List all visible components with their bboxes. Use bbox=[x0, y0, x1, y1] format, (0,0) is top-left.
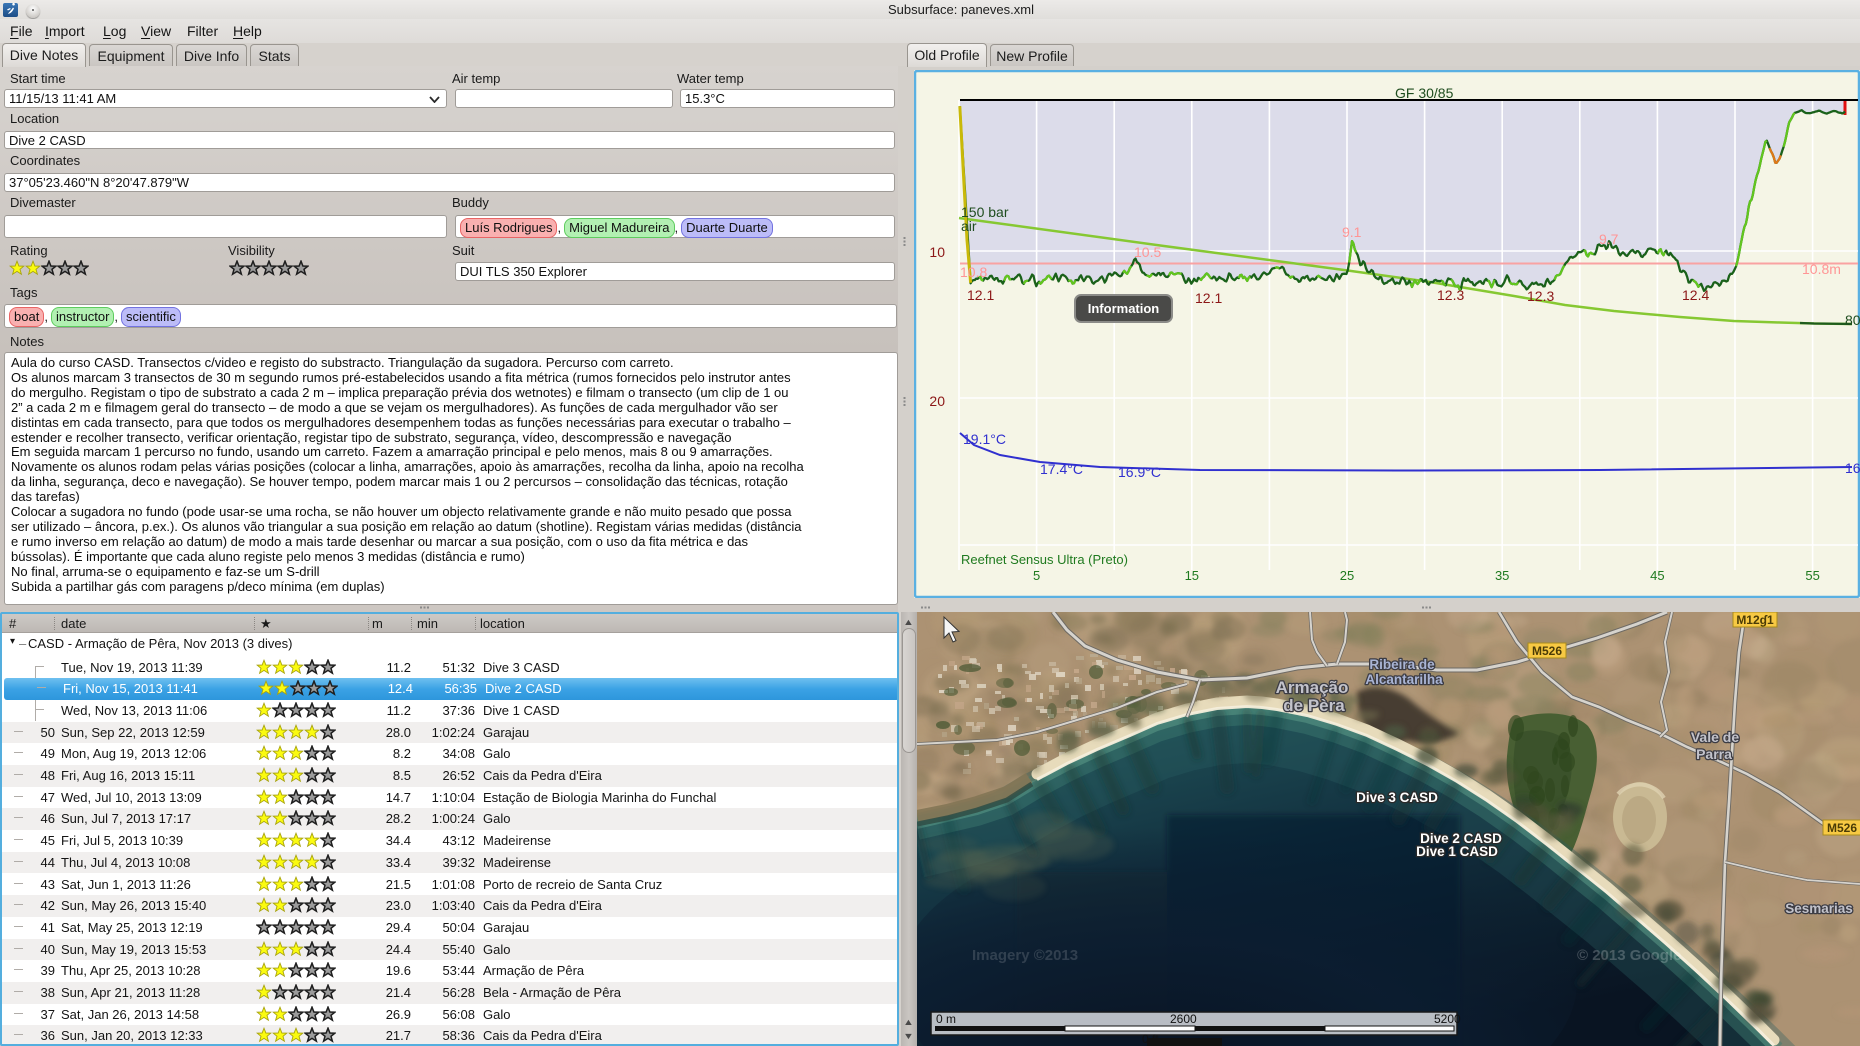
svg-text:12.4: 12.4 bbox=[1682, 287, 1709, 303]
svg-text:M12ɠ1: M12ɠ1 bbox=[1736, 613, 1774, 627]
svg-text:M526: M526 bbox=[1827, 821, 1857, 835]
svg-text:10: 10 bbox=[929, 244, 945, 260]
svg-text:5: 5 bbox=[1033, 568, 1040, 583]
svg-text:25: 25 bbox=[1340, 568, 1354, 583]
svg-text:GF 30/85: GF 30/85 bbox=[1395, 85, 1454, 101]
svg-text:Dive 1 CASD: Dive 1 CASD bbox=[1416, 844, 1498, 859]
svg-text:Information: Information bbox=[1088, 301, 1160, 316]
svg-text:M526: M526 bbox=[1532, 644, 1562, 658]
svg-text:20: 20 bbox=[929, 393, 945, 409]
svg-text:10.5: 10.5 bbox=[1134, 244, 1161, 260]
svg-text:0 m: 0 m bbox=[936, 1012, 956, 1026]
svg-text:19.1°C: 19.1°C bbox=[963, 431, 1006, 447]
svg-text:Dive 3 CASD: Dive 3 CASD bbox=[1356, 790, 1438, 805]
svg-text:2600: 2600 bbox=[1170, 1012, 1197, 1026]
svg-text:12.3: 12.3 bbox=[1527, 288, 1554, 304]
svg-text:15: 15 bbox=[1185, 568, 1199, 583]
svg-text:16: 16 bbox=[1845, 460, 1860, 476]
svg-text:9.7: 9.7 bbox=[1599, 231, 1619, 247]
svg-text:45: 45 bbox=[1650, 568, 1664, 583]
svg-text:air: air bbox=[961, 218, 977, 234]
svg-text:55: 55 bbox=[1805, 568, 1819, 583]
svg-text:5200: 5200 bbox=[1434, 1012, 1461, 1026]
svg-text:80: 80 bbox=[1845, 312, 1860, 328]
svg-text:12.1: 12.1 bbox=[967, 287, 994, 303]
svg-text:12.1: 12.1 bbox=[1195, 290, 1222, 306]
svg-text:9.1: 9.1 bbox=[1342, 224, 1362, 240]
svg-text:Parra: Parra bbox=[1696, 746, 1732, 762]
svg-text:16.9°C: 16.9°C bbox=[1118, 464, 1161, 480]
svg-text:10.8m: 10.8m bbox=[1802, 261, 1841, 277]
svg-text:Alcantarilha: Alcantarilha bbox=[1365, 672, 1443, 687]
svg-text:12.3: 12.3 bbox=[1437, 287, 1464, 303]
svg-text:© 2013 Google: © 2013 Google bbox=[1577, 947, 1681, 964]
svg-text:17.4°C: 17.4°C bbox=[1040, 461, 1083, 477]
svg-text:10.8: 10.8 bbox=[960, 264, 987, 280]
svg-text:Sesmarias: Sesmarias bbox=[1785, 901, 1853, 916]
svg-text:de Pèra: de Pèra bbox=[1283, 696, 1345, 715]
svg-text:Vale de: Vale de bbox=[1691, 729, 1739, 745]
svg-text:Imagery ©2013: Imagery ©2013 bbox=[972, 947, 1078, 964]
svg-text:Reefnet Sensus Ultra (Preto): Reefnet Sensus Ultra (Preto) bbox=[961, 552, 1128, 567]
svg-text:35: 35 bbox=[1495, 568, 1509, 583]
svg-text:Ribeira de: Ribeira de bbox=[1369, 657, 1435, 672]
svg-text:Armação: Armação bbox=[1276, 678, 1349, 697]
